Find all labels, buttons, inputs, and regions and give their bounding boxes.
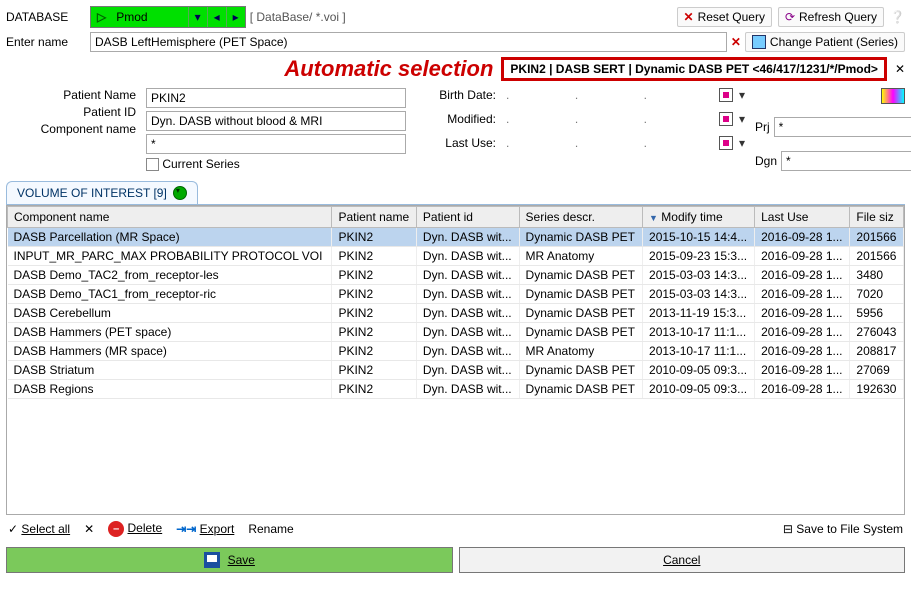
help-icon[interactable]: ❔: [890, 10, 905, 24]
modified-label: Modified:: [447, 112, 496, 126]
path-hint: [ DataBase/ *.voi ]: [250, 10, 346, 24]
table-row[interactable]: DASB Parcellation (MR Space)PKIN2Dyn. DA…: [8, 228, 904, 247]
component-name-label: Component name: [41, 122, 136, 136]
select-all-button[interactable]: ✓ Select all: [8, 522, 70, 536]
deselect-icon[interactable]: ✕: [84, 522, 94, 536]
reset-query-label: Reset Query: [698, 10, 765, 24]
annotation-text: Automatic selection: [284, 56, 493, 82]
patient-icon: [752, 35, 766, 49]
table-row[interactable]: DASB StriatumPKIN2Dyn. DASB wit...Dynami…: [8, 361, 904, 380]
db-dropdown-icon[interactable]: ▾: [189, 10, 207, 24]
cancel-label: Cancel: [663, 553, 700, 567]
selected-series-box: PKIN2 | DASB SERT | Dynamic DASB PET <46…: [501, 57, 887, 81]
export-button[interactable]: ⇥⇥ Export: [176, 522, 234, 536]
tab-menu-icon[interactable]: [173, 186, 187, 200]
lastuse-dropdown-icon[interactable]: ▾: [739, 136, 745, 150]
voi-table-container[interactable]: Component name Patient name Patient id S…: [6, 205, 905, 515]
change-patient-label: Change Patient (Series): [770, 35, 898, 49]
modified-dropdown-icon[interactable]: ▾: [739, 112, 745, 126]
export-icon: ⇥⇥: [176, 522, 196, 536]
change-patient-button[interactable]: Change Patient (Series): [745, 32, 905, 52]
patient-name-input[interactable]: [146, 88, 406, 108]
refresh-query-label: Refresh Query: [799, 10, 877, 24]
component-name-input[interactable]: [146, 134, 406, 154]
db-next-icon[interactable]: ▸: [227, 10, 245, 24]
save-to-fs-button[interactable]: ⊟ Save to File System: [783, 522, 903, 536]
table-row[interactable]: DASB Demo_TAC1_from_receptor-ricPKIN2Dyn…: [8, 285, 904, 304]
color-legend-icon[interactable]: [881, 88, 905, 104]
reset-query-button[interactable]: ✕ Reset Query: [677, 7, 772, 27]
refresh-icon: ⟳: [785, 10, 795, 24]
last-use-label: Last Use:: [445, 136, 496, 150]
disk-stack-icon: ⊟: [783, 522, 793, 536]
voi-table: Component name Patient name Patient id S…: [7, 206, 904, 399]
delete-icon: –: [108, 521, 124, 537]
col-patient-id[interactable]: Patient id: [416, 207, 519, 228]
play-icon: ▷: [91, 10, 112, 24]
cancel-button[interactable]: Cancel: [459, 547, 906, 573]
table-row[interactable]: INPUT_MR_PARC_MAX PROBABILITY PROTOCOL V…: [8, 247, 904, 266]
lastuse-picker-icon[interactable]: [719, 136, 733, 150]
database-selector[interactable]: ▷ Pmod ▾ ◂ ▸: [90, 6, 246, 28]
rename-button[interactable]: Rename: [248, 522, 293, 536]
prj-input[interactable]: [774, 117, 911, 137]
patient-name-label: Patient Name: [63, 88, 136, 102]
delete-button[interactable]: – Delete: [108, 521, 162, 537]
sort-desc-icon: ▼: [649, 213, 658, 223]
col-lastuse[interactable]: Last Use: [755, 207, 850, 228]
dgn-input[interactable]: [781, 151, 911, 171]
col-patient-name[interactable]: Patient name: [332, 207, 416, 228]
birth-date-label: Birth Date:: [439, 88, 496, 102]
save-label: Save: [228, 553, 255, 567]
database-selected: Pmod: [112, 10, 187, 24]
enter-name-label: Enter name: [6, 35, 86, 49]
table-row[interactable]: DASB Demo_TAC2_from_receptor-lesPKIN2Dyn…: [8, 266, 904, 285]
table-row[interactable]: DASB Hammers (MR space)PKIN2Dyn. DASB wi…: [8, 342, 904, 361]
birth-date-picker-icon[interactable]: [719, 88, 733, 102]
patient-id-input[interactable]: [146, 111, 406, 131]
table-row[interactable]: DASB Hammers (PET space)PKIN2Dyn. DASB w…: [8, 323, 904, 342]
col-filesize[interactable]: File siz: [850, 207, 904, 228]
current-series-checkbox[interactable]: Current Series: [146, 157, 406, 171]
col-series[interactable]: Series descr.: [519, 207, 642, 228]
enter-name-input[interactable]: [90, 32, 727, 52]
db-prev-icon[interactable]: ◂: [208, 10, 226, 24]
save-icon: [204, 552, 220, 568]
tab-label: VOLUME OF INTEREST [9]: [17, 186, 167, 200]
col-modify[interactable]: ▼ Modify time: [643, 207, 755, 228]
close-series-icon[interactable]: ✕: [895, 62, 905, 76]
col-component[interactable]: Component name: [8, 207, 332, 228]
x-icon: ✕: [684, 10, 694, 24]
save-button[interactable]: Save: [6, 547, 453, 573]
table-row[interactable]: DASB CerebellumPKIN2Dyn. DASB wit...Dyna…: [8, 304, 904, 323]
clear-name-icon[interactable]: ✕: [731, 35, 741, 49]
dgn-label: Dgn: [755, 154, 777, 168]
modified-picker-icon[interactable]: [719, 112, 733, 126]
tab-volume-of-interest[interactable]: VOLUME OF INTEREST [9]: [6, 181, 198, 204]
selected-series-text: PKIN2 | DASB SERT | Dynamic DASB PET <46…: [510, 62, 878, 76]
prj-label: Prj: [755, 120, 770, 134]
birth-date-dropdown-icon[interactable]: ▾: [739, 88, 745, 102]
refresh-query-button[interactable]: ⟳ Refresh Query: [778, 7, 884, 27]
patient-id-label: Patient ID: [83, 105, 136, 119]
table-row[interactable]: DASB RegionsPKIN2Dyn. DASB wit...Dynamic…: [8, 380, 904, 399]
database-label: DATABASE: [6, 10, 86, 24]
